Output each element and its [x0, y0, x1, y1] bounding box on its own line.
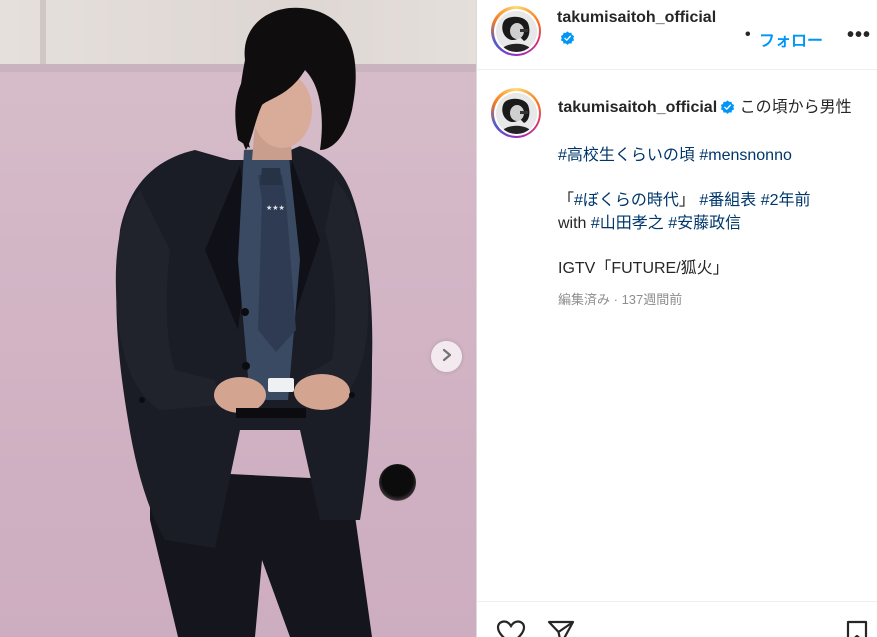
- post-header: takumisaitoh_official • フォロー •••: [477, 0, 877, 70]
- verified-badge-icon: [560, 31, 575, 52]
- post-time[interactable]: 137週間前: [622, 292, 683, 307]
- caption-meta: 編集済み · 137週間前: [558, 292, 863, 308]
- caption-body: この頃から男性: [739, 99, 852, 116]
- hashtag-link[interactable]: #高校生くらいの頃: [558, 147, 695, 164]
- bracket-close: 」: [678, 192, 695, 209]
- post-actions: [477, 601, 877, 637]
- more-options-button[interactable]: •••: [847, 25, 871, 45]
- caption-username[interactable]: takumisaitoh_official: [558, 99, 717, 116]
- hashtag-link[interactable]: #安藤政信: [668, 215, 741, 232]
- hashtag-link[interactable]: #山田孝之: [591, 215, 664, 232]
- with-label: with: [558, 214, 587, 232]
- svg-text:★★★: ★★★: [266, 204, 285, 212]
- header-avatar[interactable]: [491, 6, 541, 56]
- caption-hashtags-2: 「#ぼくらの時代」 #番組表 #2年前 with #山田孝之 #安藤政信: [558, 190, 863, 235]
- follow-separator: •: [745, 26, 751, 43]
- save-button[interactable]: [845, 620, 869, 637]
- bracket-open: 「: [558, 192, 575, 209]
- caption-avatar[interactable]: [491, 88, 541, 138]
- photo-subject: ★★★: [115, 7, 373, 637]
- photo-wall-hole: [379, 464, 416, 501]
- caption-first-line: takumisaitoh_official この頃から男性: [558, 97, 863, 123]
- chevron-right-icon: [441, 348, 453, 365]
- hashtag-link[interactable]: #mensnonno: [699, 147, 792, 164]
- caption-text: takumisaitoh_official この頃から男性 #高校生くらいの頃 …: [558, 97, 863, 308]
- caption-hashtags-1: #高校生くらいの頃 #mensnonno: [558, 145, 863, 168]
- carousel-next-button[interactable]: [431, 341, 462, 372]
- hashtag-link[interactable]: #ぼくらの時代: [574, 192, 679, 209]
- meta-separator: ·: [610, 292, 622, 307]
- header-username-text[interactable]: takumisaitoh_official: [557, 9, 716, 26]
- hashtag-link[interactable]: #番組表: [699, 192, 756, 209]
- follow-button[interactable]: フォロー: [759, 27, 823, 51]
- hashtag-link[interactable]: #2年前: [761, 192, 811, 209]
- like-button[interactable]: [496, 620, 526, 637]
- verified-badge-icon: [720, 100, 735, 123]
- post-photo[interactable]: ★★★: [0, 0, 476, 637]
- share-button[interactable]: [547, 620, 575, 637]
- edited-label: 編集済み: [558, 292, 611, 307]
- post-caption: takumisaitoh_official この頃から男性 #高校生くらいの頃 …: [477, 71, 877, 601]
- header-username[interactable]: takumisaitoh_official: [557, 7, 717, 52]
- caption-igtv-line: IGTV「FUTURE/狐火」: [558, 259, 729, 277]
